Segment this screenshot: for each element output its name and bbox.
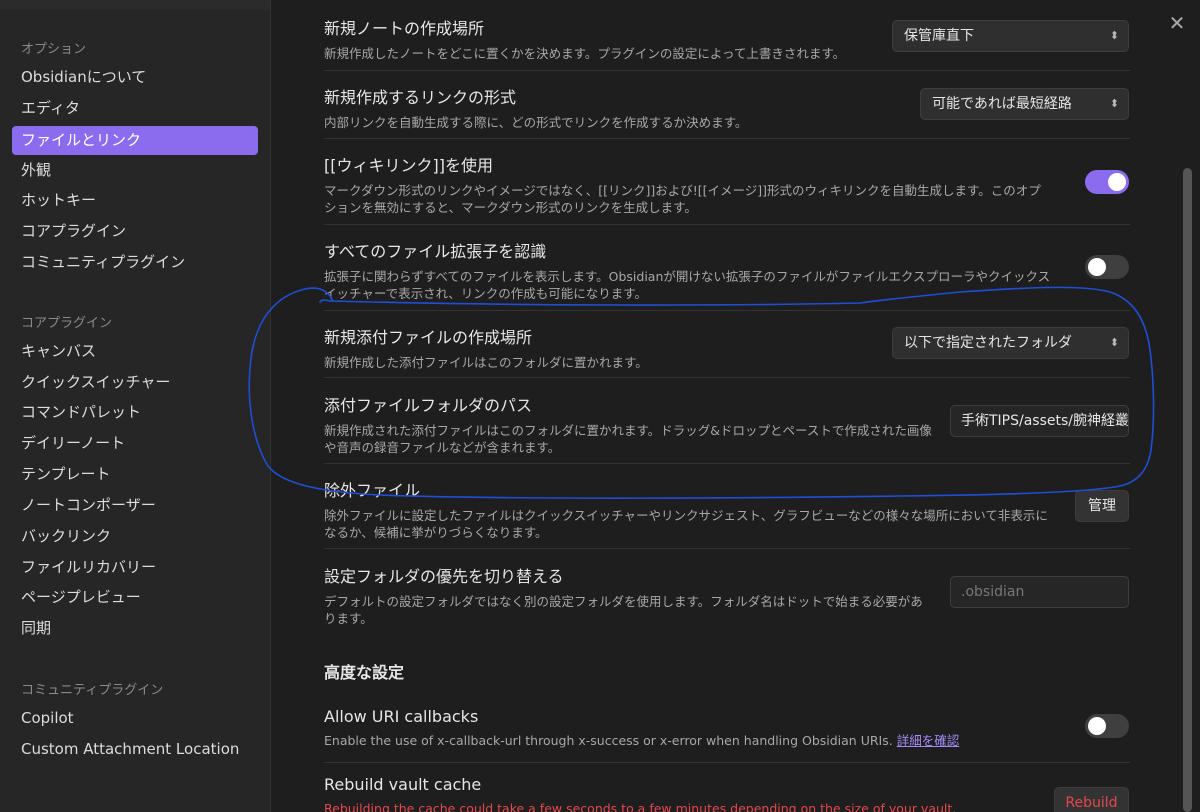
- sidebar-item-templates[interactable]: テンプレート: [12, 460, 258, 489]
- wikilinks-toggle[interactable]: [1085, 170, 1129, 194]
- setting-name: 除外ファイル: [324, 481, 421, 500]
- divider: [324, 377, 1130, 378]
- sidebar-item-core-plugins[interactable]: コアプラグイン: [12, 217, 258, 246]
- uri-callbacks-toggle[interactable]: [1085, 714, 1129, 738]
- setting-name: すべてのファイル拡張子を認識: [324, 242, 547, 261]
- divider: [324, 762, 1130, 763]
- setting-name: Rebuild vault cache: [324, 775, 482, 794]
- setting-desc: Rebuilding the cache could take a few se…: [324, 801, 957, 812]
- sidebar-item-hotkeys[interactable]: ホットキー: [12, 186, 258, 215]
- new-note-location-dropdown[interactable]: 保管庫直下 ⬍: [892, 20, 1129, 52]
- sidebar-item-files-links[interactable]: ファイルとリンク: [12, 126, 258, 155]
- chevron-updown-icon: ⬍: [1109, 29, 1119, 42]
- toggle-knob: [1108, 173, 1126, 191]
- sidebar-group-community-plugins: コミュニティプラグイン: [21, 683, 164, 698]
- setting-desc-text: Enable the use of x-callback-url through…: [324, 733, 893, 748]
- sidebar-item-page-preview[interactable]: ページプレビュー: [12, 583, 258, 612]
- sidebar-item-about[interactable]: Obsidianについて: [12, 63, 258, 92]
- detect-all-extensions-toggle[interactable]: [1085, 255, 1129, 279]
- setting-desc: デフォルトの設定フォルダではなく別の設定フォルダを使用します。フォルダ名はドット…: [324, 594, 923, 626]
- divider: [324, 70, 1130, 71]
- attachment-folder-path-input[interactable]: 手術TIPS/assets/腕神経叢: [950, 405, 1129, 437]
- sidebar-group-options: オプション: [21, 42, 87, 57]
- sidebar-item-quick-switcher[interactable]: クイックスイッチャー: [12, 368, 258, 397]
- sidebar-item-canvas[interactable]: キャンバス: [12, 337, 258, 366]
- setting-excluded-files: 除外ファイル 除外ファイルに設定したファイルはクイックスイッチャーやリンクサジェ…: [324, 477, 1059, 541]
- divider: [324, 463, 1130, 464]
- setting-attachment-folder-path: 添付ファイルフォルダのパス 新規作成された添付ファイルはこのフォルダに置かれます…: [324, 392, 936, 456]
- content-scrollbar[interactable]: [1183, 168, 1192, 812]
- setting-desc: マークダウン形式のリンクやイメージではなく、[[リンク]]および![[イメージ]…: [324, 183, 1041, 215]
- dropdown-value: 可能であれば最短経路: [932, 96, 1072, 112]
- sidebar-topbar: [0, 0, 270, 10]
- divider: [324, 224, 1130, 225]
- sidebar-item-community-plugins[interactable]: コミュニティプラグイン: [12, 248, 258, 277]
- dropdown-value: 以下で指定されたフォルダ: [904, 335, 1072, 351]
- setting-name: 設定フォルダの優先を切り替える: [324, 567, 564, 586]
- sidebar-group-core-plugins: コアプラグイン: [21, 316, 113, 331]
- setting-name: Allow URI callbacks: [324, 707, 479, 726]
- sidebar-item-note-composer[interactable]: ノートコンポーザー: [12, 491, 258, 520]
- sidebar-item-daily-notes[interactable]: デイリーノート: [12, 429, 258, 458]
- setting-desc: 拡張子に関わらずすべてのファイルを表示します。Obsidianが開けない拡張子の…: [324, 269, 1051, 301]
- dropdown-value: 保管庫直下: [904, 28, 974, 44]
- sidebar-item-custom-attachment-location[interactable]: Custom Attachment Location: [12, 735, 258, 764]
- setting-desc: 新規作成された添付ファイルはこのフォルダに置かれます。ドラッグ&ドロップとペース…: [324, 423, 932, 455]
- setting-detect-all-extensions: すべてのファイル拡張子を認識 拡張子に関わらずすべてのファイルを表示します。Ob…: [324, 238, 1054, 302]
- sidebar-item-appearance[interactable]: 外観: [12, 156, 258, 185]
- sidebar-item-editor[interactable]: エディタ: [12, 94, 258, 123]
- sidebar-item-copilot[interactable]: Copilot: [12, 704, 258, 733]
- attachment-location-dropdown[interactable]: 以下で指定されたフォルダ ⬍: [892, 327, 1129, 359]
- rebuild-cache-button[interactable]: Rebuild: [1054, 787, 1129, 812]
- manage-excluded-files-button[interactable]: 管理: [1075, 490, 1129, 522]
- setting-override-config-folder: 設定フォルダの優先を切り替える デフォルトの設定フォルダではなく別の設定フォルダ…: [324, 563, 934, 627]
- sidebar-item-command-palette[interactable]: コマンドパレット: [12, 398, 258, 427]
- toggle-knob: [1088, 258, 1106, 276]
- sidebar-item-sync[interactable]: 同期: [12, 614, 258, 643]
- chevron-updown-icon: ⬍: [1109, 97, 1119, 110]
- setting-desc: 除外ファイルに設定したファイルはクイックスイッチャーやリンクサジェスト、グラフビ…: [324, 508, 1048, 540]
- setting-use-wikilinks: [[ウィキリンク]]を使用 マークダウン形式のリンクやイメージではなく、[[リン…: [324, 152, 1044, 216]
- setting-desc: Enable the use of x-callback-url through…: [324, 732, 1064, 749]
- divider: [324, 310, 1130, 311]
- chevron-updown-icon: ⬍: [1109, 336, 1119, 349]
- sidebar-item-file-recovery[interactable]: ファイルリカバリー: [12, 553, 258, 582]
- sidebar-item-backlinks[interactable]: バックリンク: [12, 522, 258, 551]
- toggle-knob: [1088, 717, 1106, 735]
- settings-sidebar: オプション Obsidianについて エディタ ファイルとリンク 外観 ホットキ…: [0, 0, 271, 812]
- advanced-settings-heading: 高度な設定: [324, 663, 405, 682]
- setting-rebuild-cache: Rebuild vault cache Rebuilding the cache…: [324, 775, 1044, 812]
- divider: [324, 548, 1130, 549]
- learn-more-link[interactable]: 詳細を確認: [897, 733, 960, 748]
- close-icon[interactable]: ✕: [1165, 12, 1189, 36]
- setting-name: [[ウィキリンク]]を使用: [324, 156, 493, 175]
- setting-name: 添付ファイルフォルダのパス: [324, 396, 533, 415]
- config-folder-input[interactable]: .obsidian: [950, 576, 1129, 608]
- new-link-format-dropdown[interactable]: 可能であれば最短経路 ⬍: [920, 88, 1129, 120]
- setting-uri-callbacks: Allow URI callbacks Enable the use of x-…: [324, 707, 1064, 749]
- divider: [324, 138, 1130, 139]
